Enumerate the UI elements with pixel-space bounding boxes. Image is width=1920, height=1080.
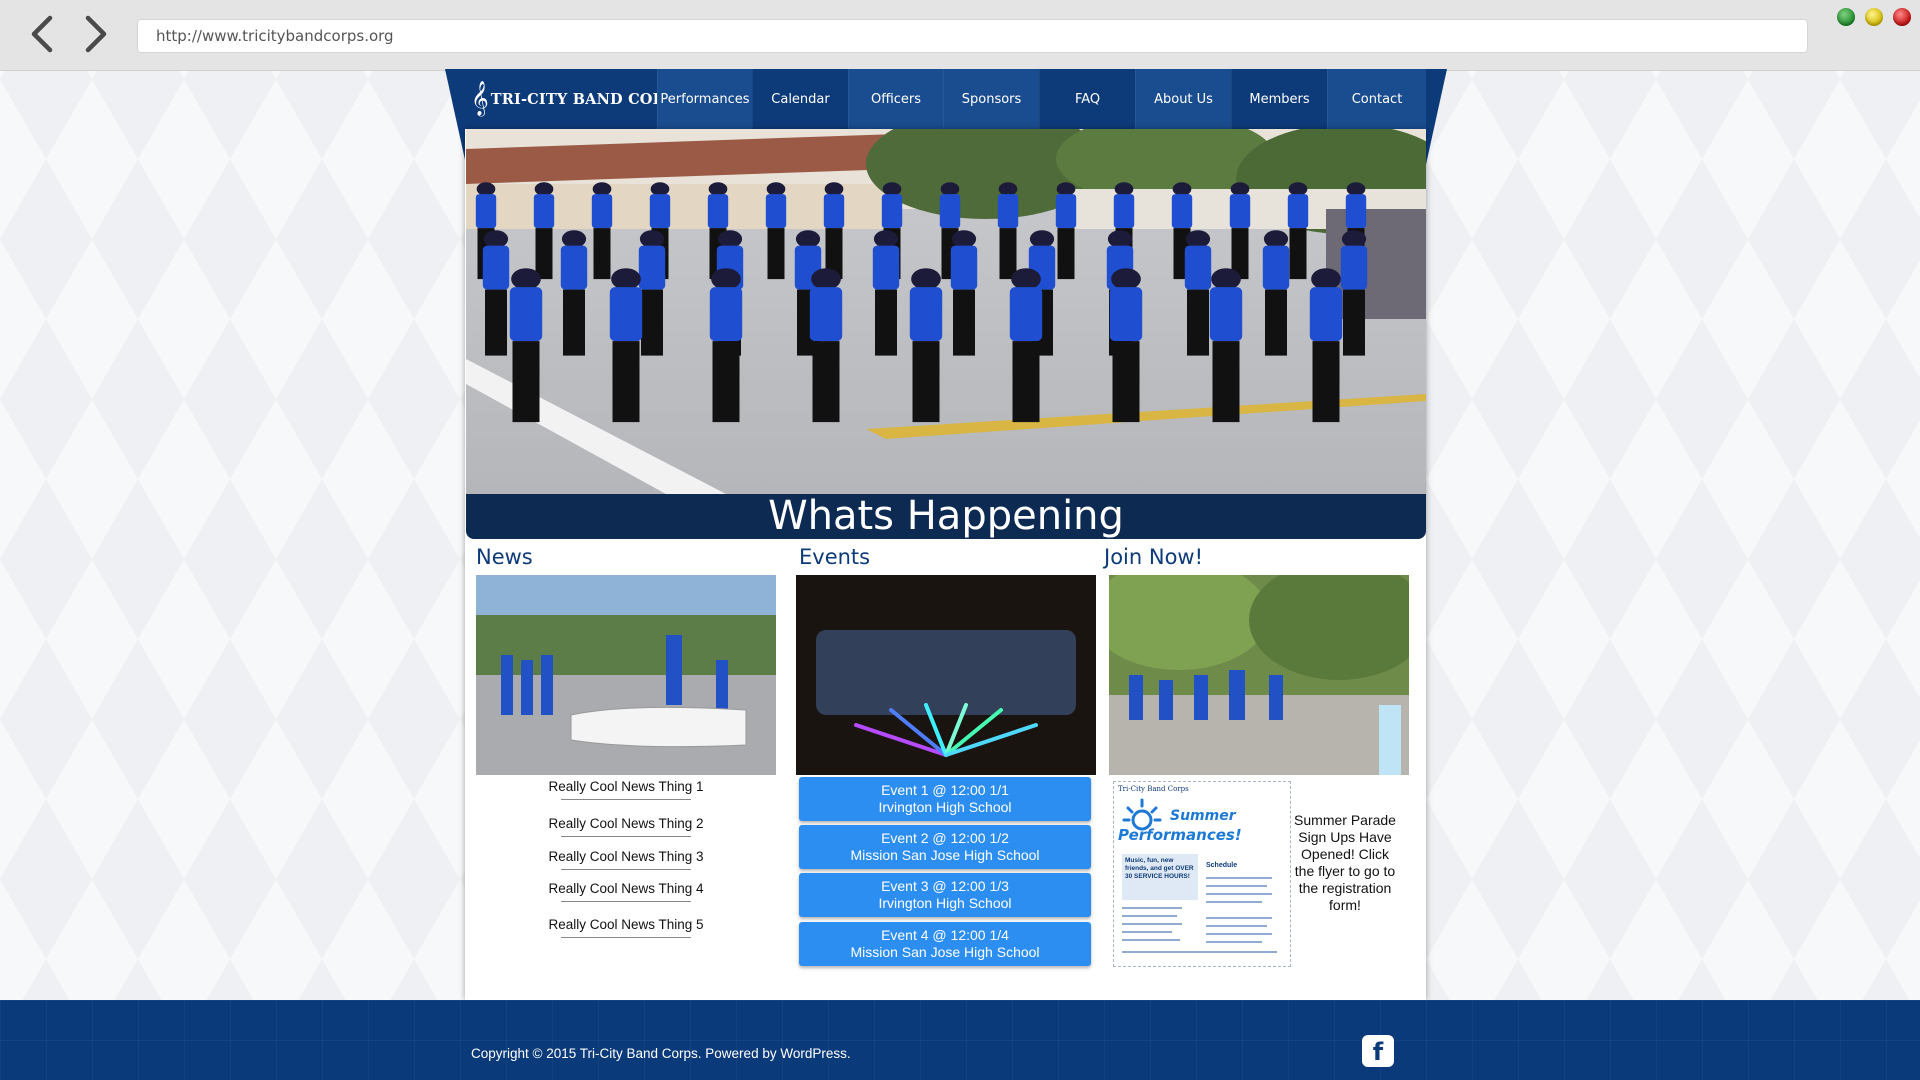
site-footer bbox=[0, 1000, 1920, 1080]
facebook-glyph: f bbox=[1372, 1038, 1384, 1066]
flyer-headline-2: Performances! bbox=[1118, 826, 1242, 844]
nav-calendar[interactable]: Calendar bbox=[752, 69, 849, 129]
nav-sponsors[interactable]: Sponsors bbox=[943, 69, 1040, 129]
news-item[interactable]: Really Cool News Thing 2 bbox=[476, 816, 776, 837]
nav-members[interactable]: Members bbox=[1231, 69, 1328, 129]
news-item[interactable]: Really Cool News Thing 3 bbox=[476, 849, 776, 870]
flyer-headline-1: Summer bbox=[1170, 808, 1236, 824]
event-button[interactable]: Event 4 @ 12:00 1/4 Mission San Jose High… bbox=[799, 922, 1091, 966]
address-bar[interactable]: http://www.tricitybandcorps.org bbox=[137, 19, 1808, 53]
copyright-text: Copyright © 2015 Tri-City Band Corps. Po… bbox=[471, 1046, 851, 1061]
nav-performances[interactable]: Performances bbox=[657, 69, 753, 129]
site-logo[interactable]: 𝄞 TRI-CITY BAND CORPS bbox=[465, 69, 686, 129]
events-photo[interactable] bbox=[796, 575, 1096, 775]
news-heading: News bbox=[476, 545, 533, 569]
news-item[interactable]: Really Cool News Thing 1 bbox=[476, 779, 776, 800]
header-ribbon-right bbox=[1425, 69, 1447, 169]
nav-about-us[interactable]: About Us bbox=[1135, 69, 1232, 129]
whats-happening-banner: Whats Happening bbox=[466, 494, 1426, 539]
header-ribbon-left bbox=[445, 69, 467, 169]
hero-band-photo: (function(){ var svg = document.currentS… bbox=[466, 129, 1426, 494]
events-heading: Events bbox=[799, 545, 871, 569]
join-note: Summer Parade Sign Ups Have Opened! Clic… bbox=[1294, 812, 1396, 913]
maximize-window-icon[interactable] bbox=[1837, 8, 1855, 26]
flyer-schedule-lines bbox=[1122, 877, 1277, 953]
news-item[interactable]: Really Cool News Thing 5 bbox=[476, 917, 776, 938]
back-arrow-icon[interactable] bbox=[24, 14, 64, 54]
flyer-schedule-label: Schedule bbox=[1206, 862, 1238, 869]
news-item[interactable]: Really Cool News Thing 4 bbox=[476, 881, 776, 902]
flyer-org: Tri-City Band Corps bbox=[1118, 785, 1189, 793]
nav-contact[interactable]: Contact bbox=[1327, 69, 1426, 129]
site-header: 𝄞 TRI-CITY BAND CORPS Performances Calen… bbox=[465, 69, 1426, 129]
event-button[interactable]: Event 1 @ 12:00 1/1 Irvington High School bbox=[799, 777, 1091, 821]
summer-performances-flyer[interactable]: Tri-City Band Corps Summer Performances!… bbox=[1113, 781, 1291, 967]
event-button[interactable]: Event 2 @ 12:00 1/2 Mission San Jose High… bbox=[799, 825, 1091, 869]
minimize-window-icon[interactable] bbox=[1865, 8, 1883, 26]
close-window-icon[interactable] bbox=[1893, 8, 1911, 26]
nav-officers[interactable]: Officers bbox=[848, 69, 944, 129]
treble-clef-icon: 𝄞 bbox=[471, 81, 489, 116]
join-now-heading: Join Now! bbox=[1104, 545, 1204, 569]
join-photo[interactable] bbox=[1109, 575, 1409, 775]
event-button[interactable]: Event 3 @ 12:00 1/3 Irvington High School bbox=[799, 873, 1091, 917]
facebook-icon[interactable]: f bbox=[1362, 1035, 1394, 1067]
nav-faq[interactable]: FAQ bbox=[1039, 69, 1136, 129]
browser-toolbar: http://www.tricitybandcorps.org bbox=[0, 0, 1920, 71]
news-photo[interactable] bbox=[476, 575, 776, 775]
forward-arrow-icon[interactable] bbox=[74, 14, 114, 54]
